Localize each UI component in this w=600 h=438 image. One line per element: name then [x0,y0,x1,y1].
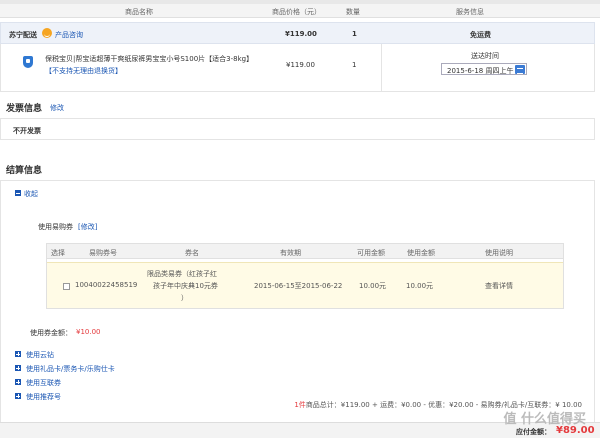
col-header-service: 服务信息 [456,8,484,16]
expand-icon[interactable] [15,351,21,357]
order-table-header: 商品名称 商品价格（元） 数量 服务信息 [0,4,600,18]
option-use-referral-code[interactable]: 使用推荐号 [26,392,61,402]
coupon-name-line2: 孩子年中庆典10元券 [153,282,218,290]
coupon-col-validity: 有效期 [280,249,301,257]
coupon-col-available: 可用金额 [357,249,385,257]
delivery-date-value: 2015-6-18 周四上午 [447,67,514,75]
invoice-title: 发票信息 [6,104,43,114]
coupon-details-link[interactable]: 查看详情 [485,281,513,291]
coupon-table-header: 选择 易购券号 券名 有效期 可用金额 使用金额 使用说明 [47,244,563,259]
store-row: 苏宁配送 产品咨询 ¥119.00 1 免运费 [0,22,595,44]
coupon-name-line3: ） [181,294,188,302]
no-return-notice: 【不支持无理由退换货】 [45,67,122,75]
invoice-box: 不开发票 [0,118,595,140]
coupon-used: 10.00元 [406,282,434,290]
coupon-checkbox[interactable] [63,283,70,290]
shield-icon [23,56,33,68]
coupon-total-value: ¥10.00 [76,328,101,336]
service-divider [381,44,382,91]
option-use-cloud-diamond[interactable]: 使用云钻 [26,350,54,360]
coupon-total-label: 使用券金额： [30,329,72,337]
item-price: ¥119.00 [286,61,315,69]
coupon-col-used: 使用金额 [407,249,435,257]
expand-icon[interactable] [15,365,21,371]
store-qty: 1 [352,30,357,38]
option-use-gift-card[interactable]: 使用礼品卡/票务卡/乐购仕卡 [26,364,115,374]
coupon-row[interactable]: 10040022458519 限品类易券（红孩子红 孩子年中庆典10元券 ） 2… [47,262,563,308]
shipping-free: 免运费 [470,31,491,39]
expand-icon[interactable] [15,379,21,385]
store-price: ¥119.00 [285,30,317,38]
expand-icon[interactable] [15,393,21,399]
smiley-icon [42,28,52,38]
use-coupon-label: 使用易购券 [38,223,73,231]
coupon-table: 选择 易购券号 券名 有效期 可用金额 使用金额 使用说明 1004002245… [46,243,564,309]
store-name: 苏宁配送 [9,31,37,39]
coupon-code: 10040022458519 [75,281,138,289]
item-qty: 1 [352,61,357,69]
coupon-available: 10.00元 [359,282,387,290]
collapse-icon[interactable] [15,190,21,196]
delivery-time-label: 送达时间 [471,52,499,60]
watermark-logo: 值 什么值得买 [503,412,586,427]
invoice-edit-link[interactable]: 修改 [50,103,64,113]
delivery-date-picker[interactable]: 2015-6-18 周四上午 [441,63,527,75]
coupon-name-line1: 限品类易券（红孩子红 [147,270,217,278]
collapse-link[interactable]: 收起 [24,189,38,199]
coupon-validity: 2015-06-15至2015-06-22 [254,282,343,290]
item-title-link[interactable]: 保税宝贝|帮宝适超薄干爽纸尿裤男宝宝小号S100片【适合3-8kg】 [45,54,253,64]
option-use-interconnect-coupon[interactable]: 使用互联券 [26,378,61,388]
product-consult-link[interactable]: 产品咨询 [55,30,83,40]
settlement-title: 结算信息 [6,166,43,176]
coupon-edit-link[interactable]: [修改] [78,222,97,232]
coupon-col-select: 选择 [51,249,65,257]
item-count: 1件 [294,401,306,409]
coupon-col-details: 使用说明 [485,249,513,257]
col-header-qty: 数量 [346,8,360,16]
invoice-value: 不开发票 [13,127,41,135]
col-header-price: 商品价格（元） [272,8,321,16]
col-header-name: 商品名称 [125,8,153,16]
coupon-col-name: 券名 [185,249,199,257]
calendar-icon[interactable] [515,65,525,74]
pay-label: 应付金额： [516,428,551,436]
coupon-col-code: 易购券号 [89,249,117,257]
